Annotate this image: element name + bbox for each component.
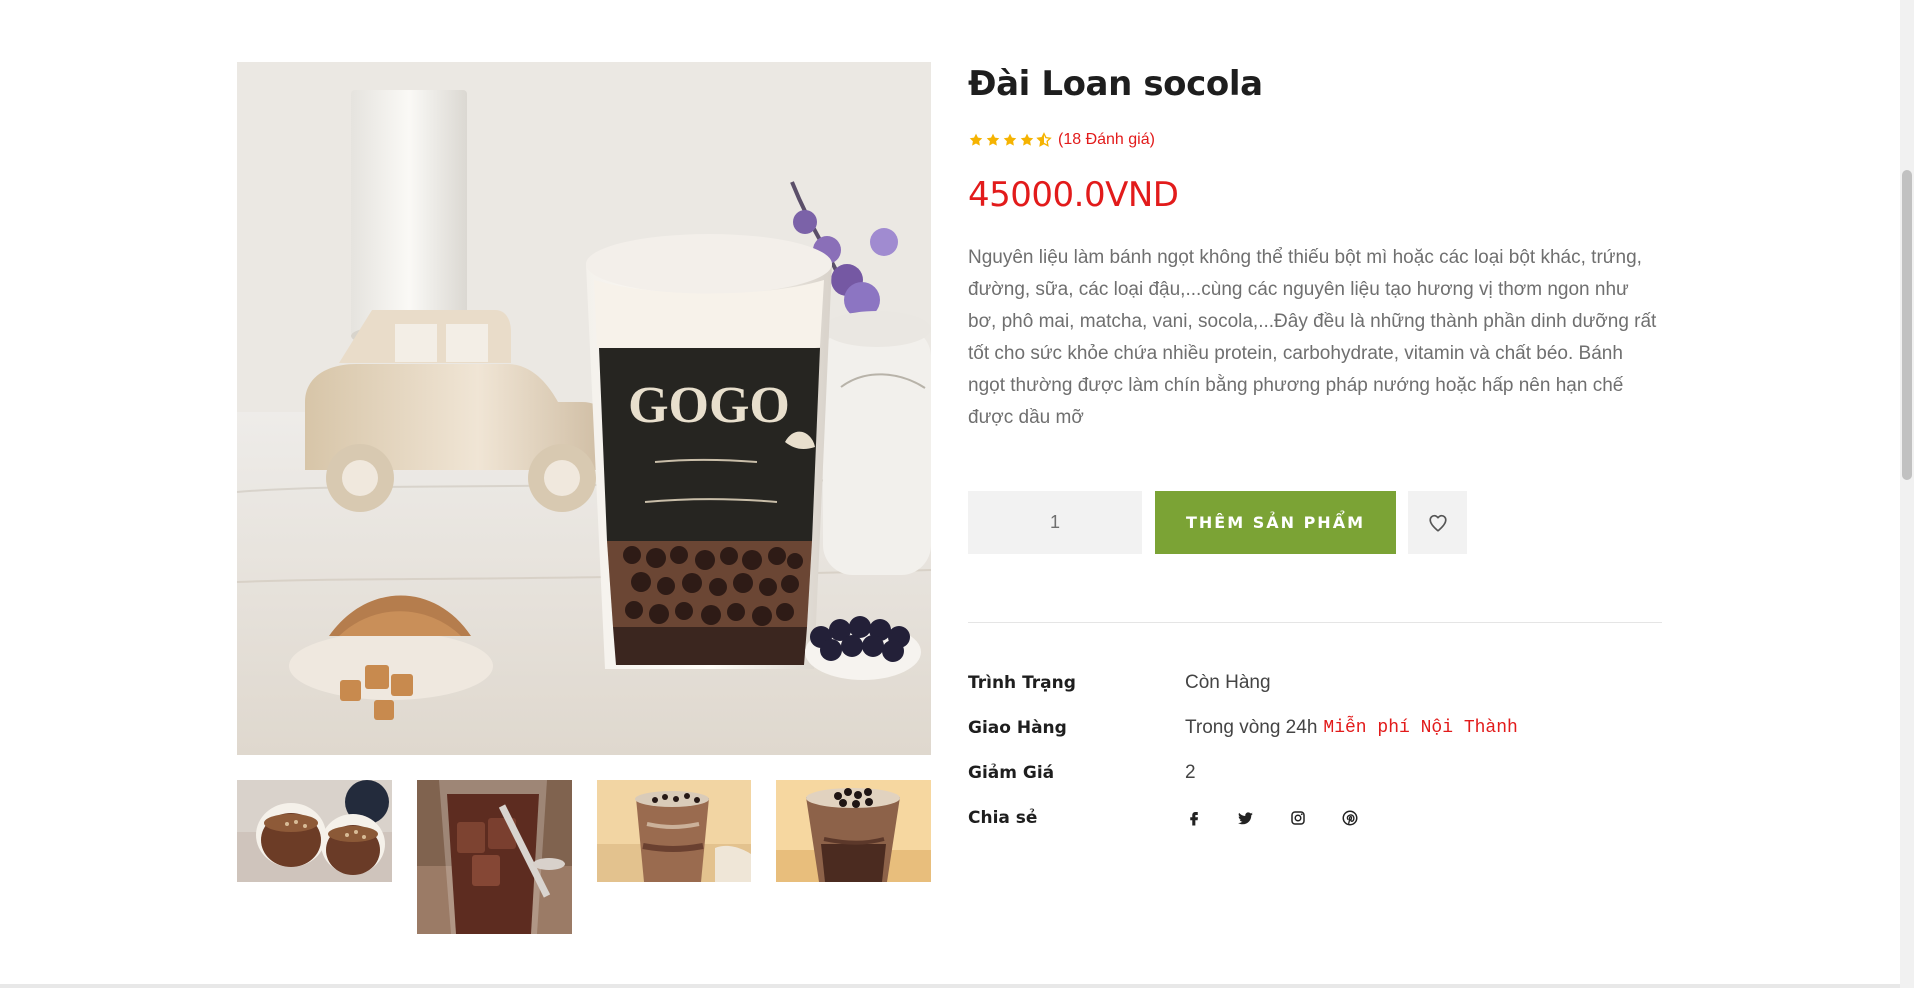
vertical-scrollbar[interactable]	[1900, 0, 1914, 988]
facebook-icon[interactable]	[1185, 809, 1203, 827]
half-star-icon	[1036, 132, 1052, 147]
thumbnail-chocolate-milk-tea[interactable]	[597, 780, 751, 882]
shipping-row: Giao Hàng Trong vòng 24h Miễn phí Nội Th…	[968, 711, 1662, 745]
product-title: Đài Loan socola	[968, 64, 1263, 104]
wishlist-button[interactable]	[1408, 491, 1467, 554]
social-links	[1185, 801, 1359, 835]
product-detail-page: GOGO Đài Loan socola (18 Đánh giá) 45000…	[0, 0, 1914, 988]
discount-label: Giảm Giá	[968, 763, 1055, 783]
details-divider	[968, 622, 1662, 623]
status-label: Trình Trạng	[968, 673, 1076, 693]
star-icon	[1003, 133, 1017, 146]
shipping-value: Trong vòng 24h	[1185, 717, 1318, 738]
thumbnail-iced-chocolate[interactable]	[417, 780, 572, 934]
shipping-note: Miễn phí Nội Thành	[1323, 718, 1518, 738]
pinterest-icon[interactable]	[1341, 809, 1359, 827]
quantity-input[interactable]	[968, 491, 1142, 554]
product-rating: (18 Đánh giá)	[968, 128, 1155, 152]
shipping-label: Giao Hàng	[968, 718, 1067, 738]
star-icon	[1020, 133, 1034, 146]
star-icon	[986, 133, 1000, 146]
rating-count-link[interactable]: (18 Đánh giá)	[1058, 130, 1155, 150]
discount-row: Giảm Giá 2	[968, 756, 1662, 790]
add-to-cart-button[interactable]: THÊM SẢN PHẨM	[1155, 491, 1396, 554]
page-bottom-border	[0, 984, 1900, 988]
discount-value: 2	[1185, 762, 1196, 783]
star-icon	[969, 133, 983, 146]
twitter-icon[interactable]	[1237, 809, 1255, 827]
main-product-image: GOGO	[237, 62, 931, 755]
instagram-icon[interactable]	[1289, 809, 1307, 827]
product-actions: THÊM SẢN PHẨM	[968, 491, 1662, 554]
scrollbar-thumb[interactable]	[1902, 170, 1912, 480]
status-row: Trình Trạng Còn Hàng	[968, 666, 1662, 700]
thumbnail-chocolate-pudding-tea[interactable]	[776, 780, 931, 882]
rating-stars	[968, 132, 1052, 148]
share-row: Chia sẻ	[968, 801, 1662, 835]
cup-brand-text: GOGO	[628, 377, 790, 434]
heart-icon	[1428, 514, 1447, 532]
status-value: Còn Hàng	[1185, 672, 1271, 693]
product-price: 45000.0VND	[968, 175, 1179, 215]
share-label: Chia sẻ	[968, 808, 1038, 828]
product-description: Nguyên liệu làm bánh ngọt không thể thiế…	[968, 247, 1657, 428]
shipping-value-group: Trong vòng 24h Miễn phí Nội Thành	[1185, 717, 1518, 739]
thumbnail-chocolate-pudding[interactable]	[237, 780, 392, 882]
thumbnail-strip	[237, 780, 931, 938]
